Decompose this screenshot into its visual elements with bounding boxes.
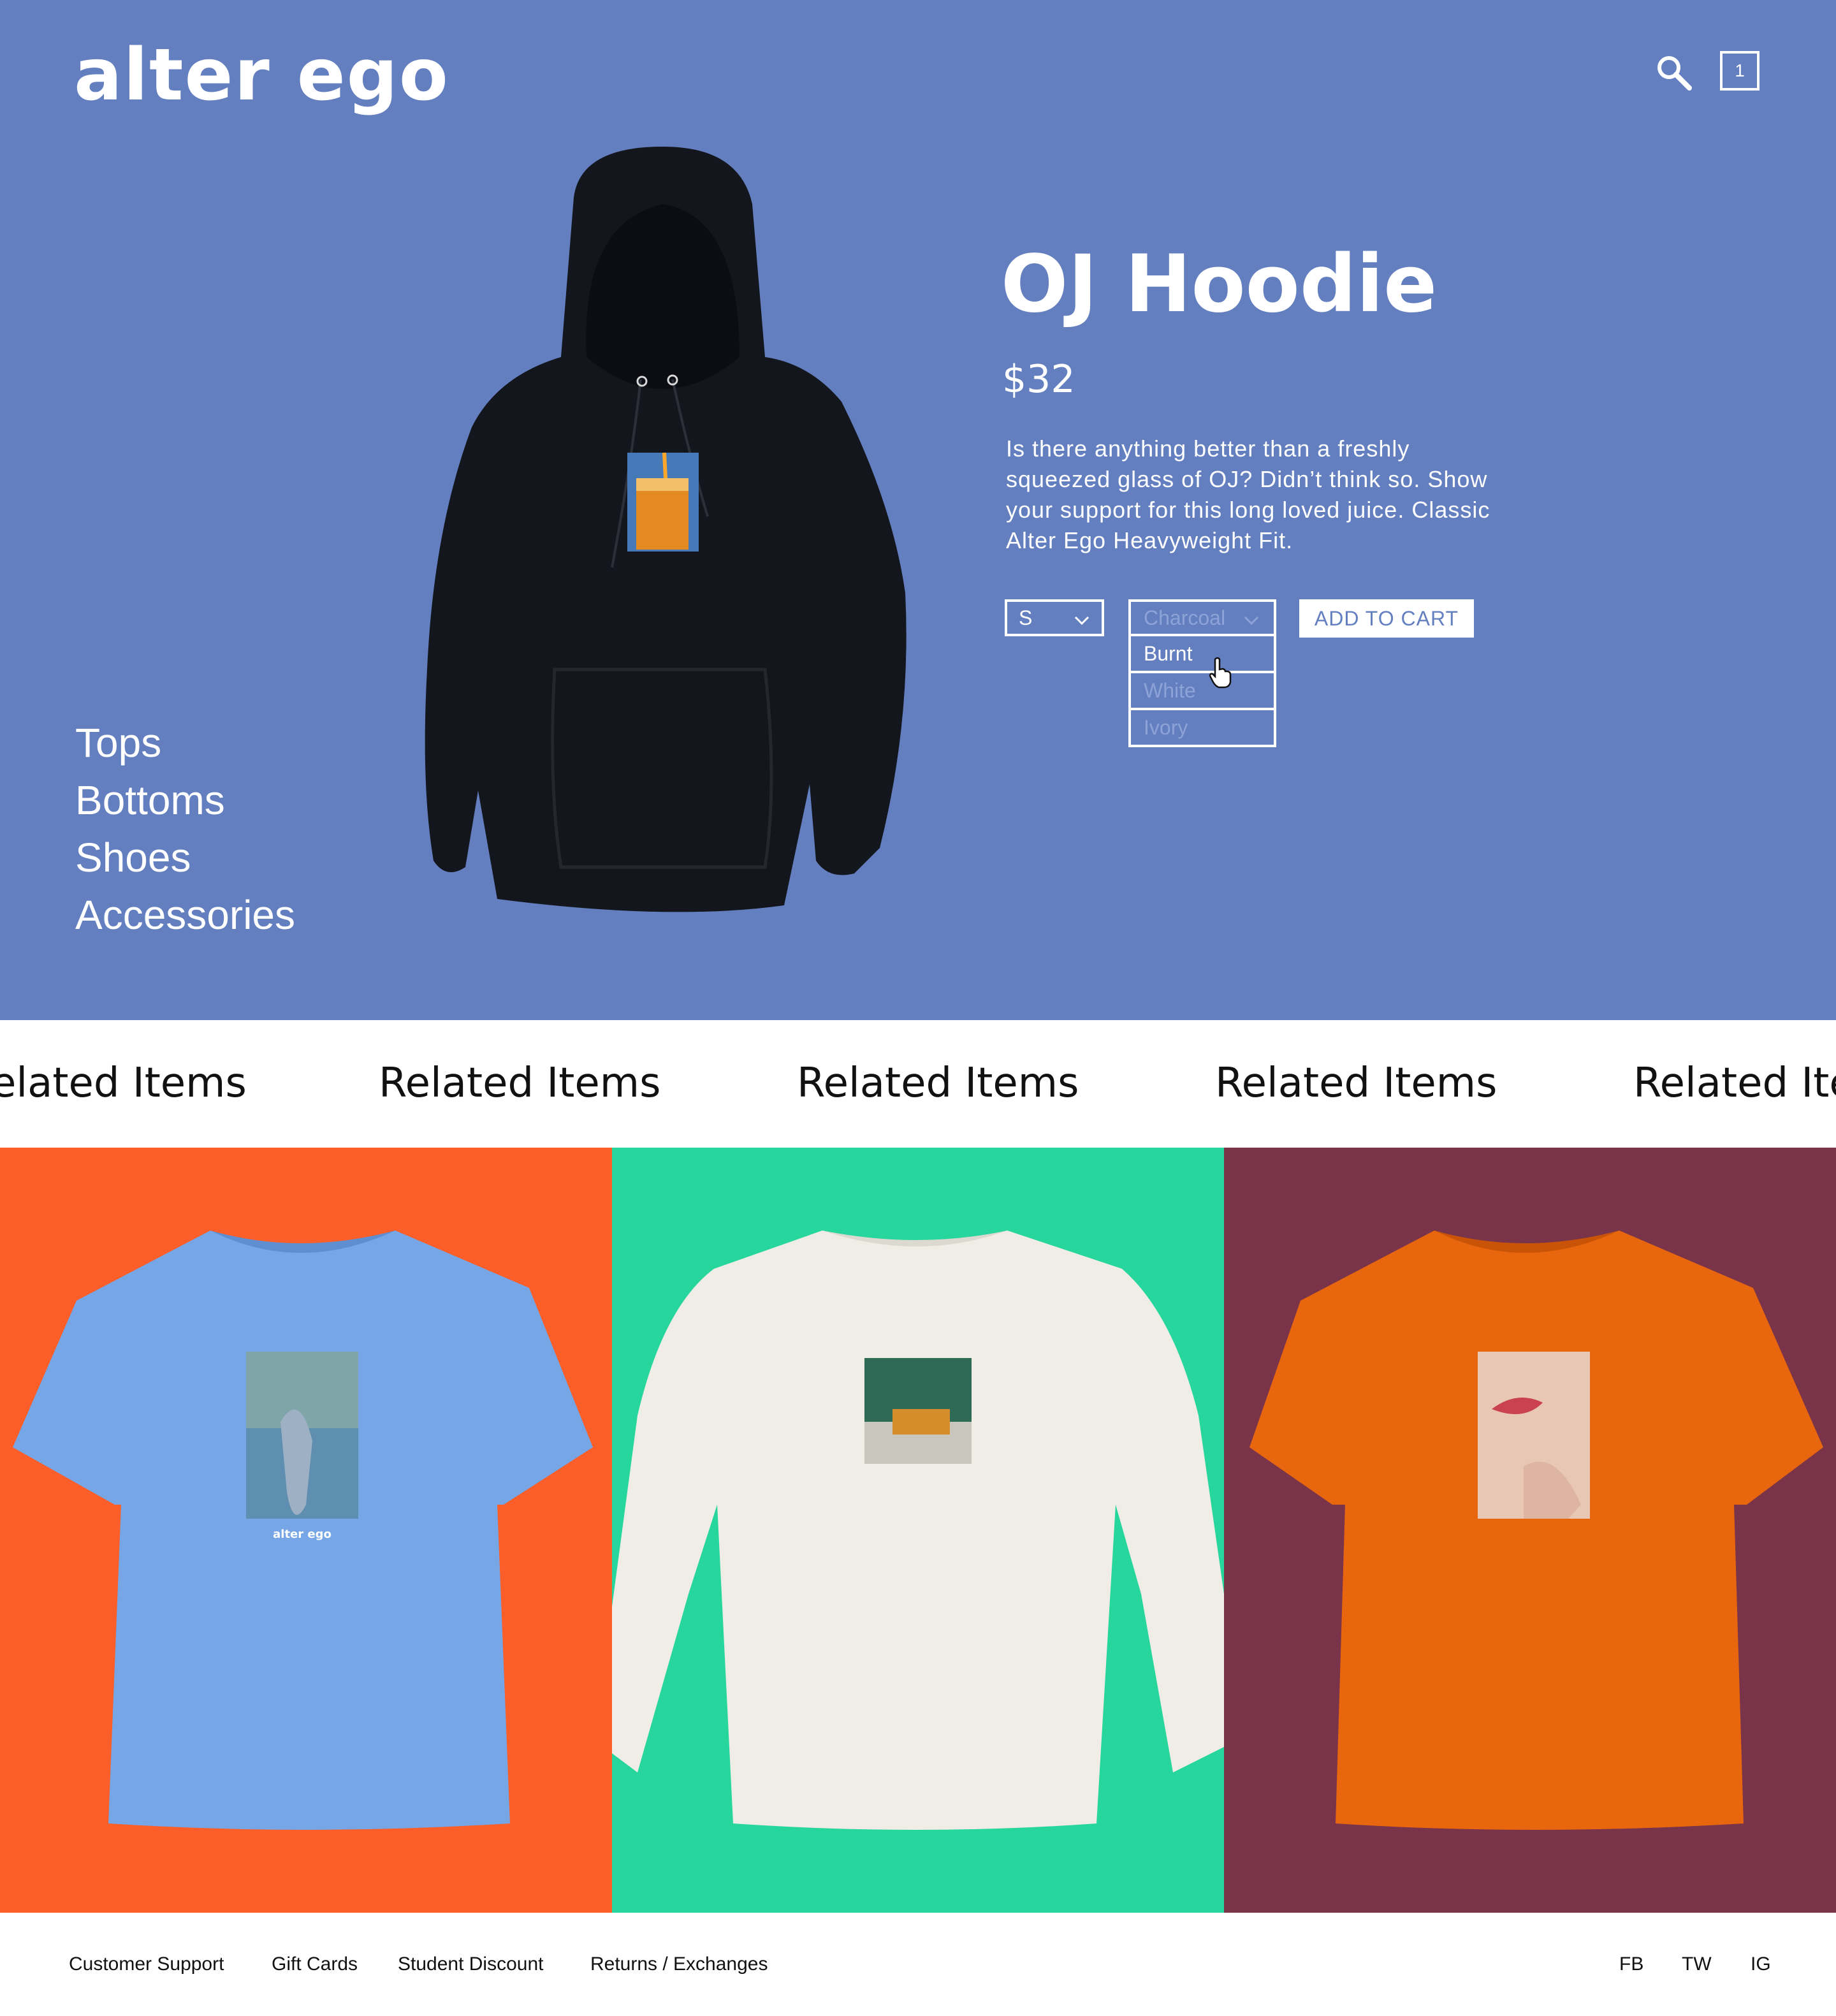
chevron-down-icon (1074, 616, 1089, 625)
footer-link-customer-support[interactable]: Customer Support (69, 1954, 224, 1975)
product-image-blue-tee: alter ego (13, 1231, 593, 1830)
cart-button[interactable]: 1 (1720, 51, 1759, 91)
social-link-twitter[interactable]: TW (1682, 1954, 1712, 1975)
size-select-value: S (1019, 606, 1033, 629)
footer-link-student-discount[interactable]: Student Discount (398, 1954, 543, 1975)
related-items-heading: elated Items (0, 1060, 247, 1107)
color-select-value: Charcoal (1144, 606, 1226, 629)
site-footer: Customer Support Gift Cards Student Disc… (0, 1913, 1836, 2016)
social-link-instagram[interactable]: IG (1751, 1954, 1771, 1975)
product-description: Is there anything better than a freshly … (1006, 435, 1490, 553)
add-to-cart-button[interactable]: ADD TO CART (1299, 599, 1474, 638)
related-items-heading: Related Items (379, 1060, 661, 1107)
related-product-card[interactable]: alter ego (0, 1148, 612, 1913)
color-select-current[interactable]: Charcoal (1128, 599, 1276, 636)
hand-cursor-icon (1209, 657, 1232, 689)
related-items-heading: Related Items (1215, 1060, 1497, 1107)
color-option-burnt[interactable]: Burnt (1128, 634, 1276, 673)
social-link-facebook[interactable]: FB (1619, 1954, 1643, 1975)
color-option-white[interactable]: White (1128, 671, 1276, 710)
chevron-down-icon (1244, 616, 1259, 625)
cart-count: 1 (1735, 61, 1745, 80)
tee-print-text: alter ego (273, 1528, 332, 1541)
related-product-card[interactable] (1224, 1148, 1836, 1913)
related-product-card[interactable] (612, 1148, 1224, 1913)
related-items-marquee: elated Items Related Items Related Items… (0, 1020, 1836, 1148)
product-image-hoodie (425, 147, 907, 912)
size-select[interactable]: S (1005, 599, 1104, 636)
related-items-heading: Related Items (797, 1060, 1079, 1107)
category-nav: Tops Bottoms Shoes Accessories (75, 714, 295, 944)
product-title: OJ Hoodie (1001, 238, 1438, 330)
category-link-shoes[interactable]: Shoes (75, 829, 295, 886)
category-link-accessories[interactable]: Accessories (75, 886, 295, 944)
product-image-orange-tee (1250, 1231, 1823, 1830)
color-dropdown[interactable]: Charcoal Burnt White Ivory (1128, 599, 1276, 747)
category-link-tops[interactable]: Tops (75, 714, 295, 771)
category-link-bottoms[interactable]: Bottoms (75, 771, 295, 829)
product-image-white-longsleeve (612, 1231, 1224, 1830)
color-option-ivory[interactable]: Ivory (1128, 708, 1276, 747)
search-icon[interactable] (1655, 54, 1693, 92)
related-items-heading: Related Ite (1633, 1060, 1836, 1107)
footer-link-returns-exchanges[interactable]: Returns / Exchanges (590, 1954, 768, 1975)
footer-link-gift-cards[interactable]: Gift Cards (272, 1954, 358, 1975)
brand-logo[interactable]: alter ego (74, 26, 449, 126)
product-price: $32 (1002, 357, 1075, 402)
related-products-grid: alter ego (0, 1148, 1836, 1913)
product-hero: alter ego 1 Tops Bottoms Shoes Accessori… (0, 0, 1836, 1020)
